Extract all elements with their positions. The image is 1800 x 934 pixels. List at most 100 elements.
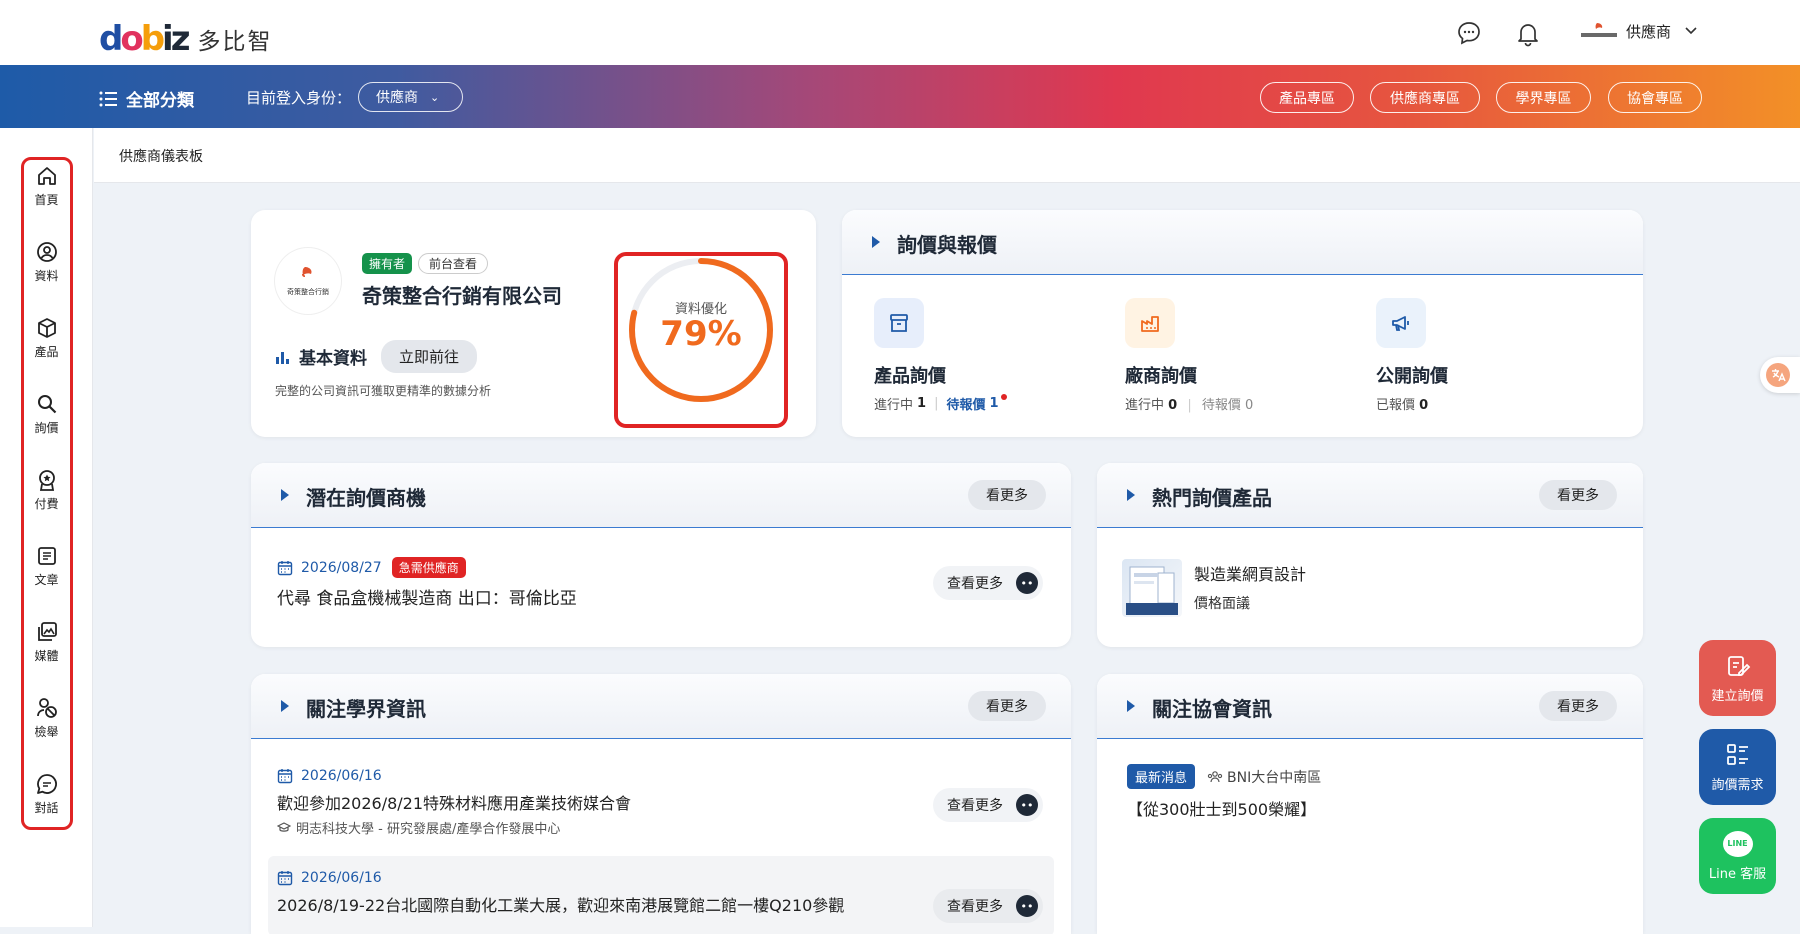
view-more-button[interactable]: 查看更多 •• [933, 889, 1043, 923]
role-select-value: 供應商 [376, 90, 418, 106]
archive-icon [874, 298, 924, 348]
owner-badge: 擁有者 [362, 253, 413, 274]
role-select[interactable]: 供應商 ⌄ [358, 82, 463, 112]
company-hint: 完整的公司資訊可獲取更精準的數據分析 [275, 384, 492, 398]
sidebar-item-payment[interactable]: 付費 [0, 469, 93, 512]
card-head: 熱門詢價產品 看更多 [1097, 463, 1643, 528]
pill-products[interactable]: 產品專區 [1260, 82, 1354, 113]
calendar-icon [277, 871, 293, 886]
calendar-icon [277, 769, 293, 784]
potential-date: 2026/08/27 [301, 559, 382, 576]
in-progress-label: 進行中 [1125, 398, 1165, 413]
dobiz-logo[interactable]: dobiz 多比智 [99, 22, 273, 56]
academic-item-hover[interactable]: 2026/06/16 2026/8/19-22台北國際自動化工業大展，歡迎來南港… [268, 856, 1054, 934]
association-org: BNI大台中南區 [1227, 769, 1322, 786]
hot-products-card: 熱門詢價產品 看更多 製造業網頁設計 價格面議 [1097, 463, 1643, 647]
card-head: 關注學界資訊 看更多 [251, 674, 1071, 739]
association-card: 關注協會資訊 看更多 最新消息 BNI大台中南區 【從300壯士到500榮耀】 [1097, 674, 1643, 934]
breadcrumb-bar: 供應商儀表板 [94, 128, 1800, 183]
sidebar-item-articles[interactable]: 文章 [0, 545, 93, 588]
in-progress-count: 1 [917, 396, 927, 411]
see-more-button[interactable]: 看更多 [968, 480, 1046, 510]
sidebar-item-label: 產品 [34, 345, 59, 359]
pill-academia[interactable]: 學界專區 [1496, 82, 1591, 113]
academic-date: 2026/06/16 [301, 870, 382, 886]
sidebar-item-label: 對話 [34, 801, 59, 815]
company-logo: 奇策整合行銷 [275, 248, 341, 314]
quote-item-vendor[interactable]: 廠商詢價 進行中 0 | 待報價 0 [1125, 298, 1253, 413]
see-more-button[interactable]: 看更多 [1539, 480, 1617, 510]
sidebar-item-products[interactable]: 產品 [0, 317, 93, 360]
view-more-button[interactable]: 查看更多 •• [933, 788, 1043, 822]
graduation-cap-icon [277, 821, 291, 832]
sidebar-item-home[interactable]: 首頁 [0, 165, 93, 208]
bell-icon[interactable] [1513, 18, 1543, 48]
caret-right-icon [281, 489, 289, 501]
sidebar-item-label: 首頁 [34, 193, 59, 207]
sidebar-item-media[interactable]: 媒體 [0, 621, 93, 664]
arrow-right-icon: •• [1016, 895, 1038, 917]
urgent-badge: 急需供應商 [391, 557, 466, 578]
quote-item-product[interactable]: 產品詢價 進行中 1 | 待報價 1 [874, 298, 1007, 413]
company-logo-text: 奇策整合行銷 [287, 288, 329, 296]
award-icon [38, 470, 55, 491]
sidebar-item-report[interactable]: 檢舉 [0, 697, 93, 740]
breadcrumb: 供應商儀表板 [119, 149, 203, 165]
chevron-down-icon [1685, 27, 1697, 35]
pending-quote-label[interactable]: 待報價 [946, 394, 985, 413]
sidebar-item-label: 付費 [34, 497, 59, 511]
see-more-button[interactable]: 看更多 [968, 691, 1046, 721]
megaphone-icon [1376, 298, 1426, 348]
card-head: 詢價與報價 [842, 210, 1643, 275]
caret-right-icon [1127, 489, 1135, 501]
sidebar-item-profile[interactable]: 資料 [0, 241, 93, 284]
group-icon [1207, 770, 1223, 782]
company-card: 奇策整合行銷 擁有者 前台查看 奇策整合行銷有限公司 基本資料 立即前往 完整的… [251, 210, 816, 437]
product-thumbnail[interactable] [1122, 559, 1182, 617]
inquiry-needs-button[interactable]: 詢價需求 [1699, 729, 1776, 805]
category-band: 全部分類 目前登入身份： 供應商 ⌄ 產品專區 供應商專區 學界專區 協會專區 [0, 65, 1800, 128]
user-role-label: 供應商 [1626, 22, 1672, 41]
potential-card: 潛在詢價商機 看更多 2026/08/27 急需供應商 代尋 食品盒機械製造商 … [251, 463, 1071, 647]
company-name: 奇策整合行銷有限公司 [362, 284, 562, 308]
list-grid-icon [1726, 743, 1748, 765]
chat-bubble-icon[interactable] [1454, 18, 1484, 48]
chevron-down-icon: ⌄ [430, 90, 440, 104]
quoted-count: 0 [1419, 398, 1429, 413]
line-support-button[interactable]: LINE Line 客服 [1699, 818, 1776, 894]
hot-title: 熱門詢價產品 [1152, 486, 1272, 510]
user-menu[interactable]: 供應商 [1578, 20, 1697, 42]
translate-icon [1766, 363, 1790, 387]
create-inquiry-button[interactable]: 建立詢價 [1699, 640, 1776, 716]
media-icon [37, 622, 57, 641]
arrow-right-icon: •• [1016, 794, 1038, 816]
sidebar-item-inquiry[interactable]: 詢價 [0, 393, 93, 436]
academic-date: 2026/06/16 [301, 768, 382, 784]
box-icon [37, 318, 56, 338]
sidebar-item-chat[interactable]: 對話 [0, 773, 93, 816]
quote-item-public[interactable]: 公開詢價 已報價 0 [1376, 298, 1448, 413]
caret-right-icon [1127, 700, 1135, 712]
all-categories-button[interactable]: 全部分類 [99, 86, 194, 111]
academic-item[interactable]: 2026/06/16 歡迎參加2026/8/21特殊材料應用產業技術媒合會 明志… [277, 768, 631, 837]
company-mini-logo [1578, 20, 1620, 42]
hot-product-price: 價格面議 [1194, 596, 1250, 612]
quote-title: 詢價與報價 [897, 233, 997, 257]
pill-associations[interactable]: 協會專區 [1608, 82, 1702, 113]
see-more-button[interactable]: 看更多 [1539, 691, 1617, 721]
front-view-button[interactable]: 前台查看 [418, 253, 489, 274]
academic-title: 關注學界資訊 [306, 697, 426, 721]
view-more-button[interactable]: 查看更多 •• [933, 566, 1043, 600]
potential-item[interactable]: 2026/08/27 急需供應商 代尋 食品盒機械製造商 出口：哥倫比亞 [277, 557, 577, 609]
hot-product-name[interactable]: 製造業網頁設計 [1194, 561, 1306, 585]
pill-suppliers[interactable]: 供應商專區 [1370, 82, 1480, 113]
top-header: dobiz 多比智 供應商 [0, 0, 1800, 65]
go-now-button[interactable]: 立即前往 [381, 340, 478, 373]
menu-list-icon [99, 91, 117, 106]
translate-widget[interactable] [1760, 357, 1800, 393]
pending-quote-label: 待報價 [1201, 398, 1241, 413]
association-text[interactable]: 【從300壯士到500榮耀】 [1127, 796, 1316, 820]
view-more-label: 查看更多 [947, 798, 1003, 814]
calendar-icon [277, 560, 293, 575]
line-logo-icon: LINE [1722, 830, 1753, 857]
